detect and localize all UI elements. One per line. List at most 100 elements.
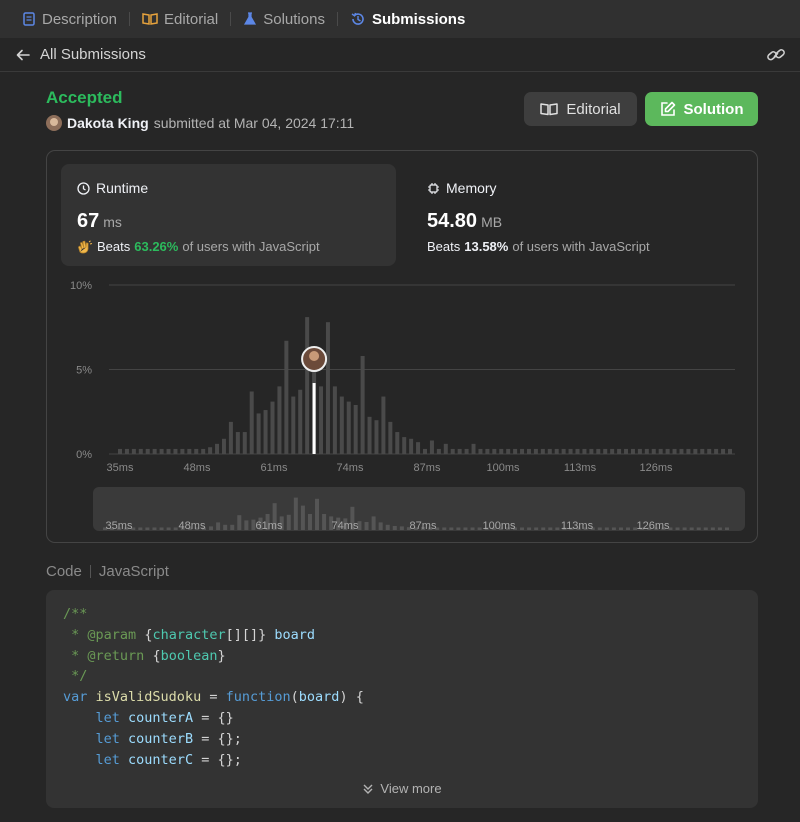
bar[interactable] bbox=[665, 448, 670, 454]
bar[interactable] bbox=[624, 448, 629, 454]
bar[interactable] bbox=[409, 438, 414, 454]
bar[interactable] bbox=[332, 386, 337, 454]
bar[interactable] bbox=[651, 448, 656, 454]
bar[interactable] bbox=[166, 448, 171, 454]
bar[interactable] bbox=[485, 448, 490, 454]
editorial-button[interactable]: Editorial bbox=[524, 92, 637, 126]
bar[interactable] bbox=[526, 448, 531, 454]
bar[interactable] bbox=[610, 448, 615, 454]
bar[interactable] bbox=[339, 396, 344, 454]
bar[interactable] bbox=[589, 448, 594, 454]
bar[interactable] bbox=[554, 448, 559, 454]
bar[interactable] bbox=[533, 448, 538, 454]
bar[interactable] bbox=[256, 413, 261, 454]
highlight-bar[interactable] bbox=[312, 383, 316, 454]
bar[interactable] bbox=[208, 447, 213, 454]
bar[interactable] bbox=[429, 440, 434, 454]
bar[interactable] bbox=[145, 448, 150, 454]
bar[interactable] bbox=[658, 448, 663, 454]
code-block[interactable]: /** * @param {character[][]} board * @re… bbox=[46, 590, 758, 808]
bar[interactable] bbox=[457, 448, 462, 454]
bar[interactable] bbox=[402, 437, 407, 454]
bar[interactable] bbox=[298, 389, 303, 454]
bar[interactable] bbox=[693, 448, 698, 454]
submitter-name[interactable]: Dakota King bbox=[67, 115, 149, 131]
bar[interactable] bbox=[547, 448, 552, 454]
bar[interactable] bbox=[325, 322, 330, 454]
bar[interactable] bbox=[700, 448, 705, 454]
bar[interactable] bbox=[180, 448, 185, 454]
bar[interactable] bbox=[159, 448, 164, 454]
bar[interactable] bbox=[374, 420, 379, 454]
bar[interactable] bbox=[235, 432, 240, 454]
view-more-button[interactable]: View more bbox=[46, 781, 758, 796]
bar[interactable] bbox=[464, 448, 469, 454]
bar[interactable] bbox=[353, 404, 358, 454]
bar[interactable] bbox=[152, 448, 157, 454]
bar[interactable] bbox=[131, 448, 136, 454]
tab-solutions[interactable]: Solutions bbox=[243, 11, 325, 28]
bar[interactable] bbox=[388, 421, 393, 454]
bar[interactable] bbox=[270, 401, 275, 454]
bar[interactable] bbox=[492, 448, 497, 454]
bar[interactable] bbox=[215, 443, 220, 454]
bar[interactable] bbox=[707, 448, 712, 454]
bar[interactable] bbox=[499, 448, 504, 454]
bar[interactable] bbox=[249, 391, 254, 454]
share-link-icon[interactable] bbox=[766, 46, 786, 64]
bar[interactable] bbox=[367, 416, 372, 454]
bar[interactable] bbox=[173, 448, 178, 454]
bar[interactable] bbox=[478, 448, 483, 454]
bar[interactable] bbox=[575, 448, 580, 454]
bar[interactable] bbox=[436, 448, 441, 454]
bar[interactable] bbox=[568, 448, 573, 454]
bar[interactable] bbox=[228, 421, 233, 454]
bar[interactable] bbox=[603, 448, 608, 454]
bar[interactable] bbox=[263, 410, 268, 454]
bar[interactable] bbox=[118, 448, 122, 454]
bar[interactable] bbox=[381, 396, 386, 454]
bar[interactable] bbox=[194, 448, 199, 454]
bar[interactable] bbox=[360, 355, 365, 454]
all-submissions-link[interactable]: All Submissions bbox=[16, 46, 146, 63]
tab-submissions[interactable]: Submissions bbox=[350, 11, 465, 28]
bar[interactable] bbox=[679, 448, 684, 454]
bar[interactable] bbox=[450, 448, 455, 454]
bar[interactable] bbox=[395, 432, 400, 454]
bar[interactable] bbox=[346, 401, 351, 454]
bar[interactable] bbox=[319, 386, 324, 454]
bar[interactable] bbox=[201, 448, 206, 454]
bar[interactable] bbox=[416, 442, 421, 454]
bar[interactable] bbox=[221, 438, 226, 454]
bar[interactable] bbox=[506, 448, 511, 454]
bar[interactable] bbox=[277, 386, 282, 454]
avatar[interactable] bbox=[46, 115, 62, 131]
bar[interactable] bbox=[714, 448, 719, 454]
bar[interactable] bbox=[617, 448, 622, 454]
bar[interactable] bbox=[637, 448, 642, 454]
bar[interactable] bbox=[291, 396, 296, 454]
bar[interactable] bbox=[520, 448, 525, 454]
bar[interactable] bbox=[582, 448, 587, 454]
bar[interactable] bbox=[721, 448, 726, 454]
bar[interactable] bbox=[187, 448, 192, 454]
bar[interactable] bbox=[513, 448, 518, 454]
bar[interactable] bbox=[540, 448, 545, 454]
bar[interactable] bbox=[596, 448, 601, 454]
bar[interactable] bbox=[630, 448, 635, 454]
tab-description[interactable]: Description bbox=[22, 11, 117, 28]
bar[interactable] bbox=[124, 448, 129, 454]
bar[interactable] bbox=[242, 432, 247, 454]
bar[interactable] bbox=[443, 443, 448, 454]
bar[interactable] bbox=[471, 443, 476, 454]
bar[interactable] bbox=[305, 317, 310, 454]
tab-editorial[interactable]: Editorial bbox=[142, 11, 218, 28]
bar[interactable] bbox=[686, 448, 691, 454]
bar[interactable] bbox=[138, 448, 143, 454]
bar[interactable] bbox=[423, 448, 427, 454]
bar[interactable] bbox=[284, 340, 289, 454]
solution-button[interactable]: Solution bbox=[645, 92, 758, 126]
bar[interactable] bbox=[728, 448, 732, 454]
bar[interactable] bbox=[561, 448, 566, 454]
runtime-distribution-chart[interactable]: 10% 5% 0% 35ms 48ms 61ms 74ms 87ms 100ms 113ms 126… bbox=[47, 151, 759, 544]
